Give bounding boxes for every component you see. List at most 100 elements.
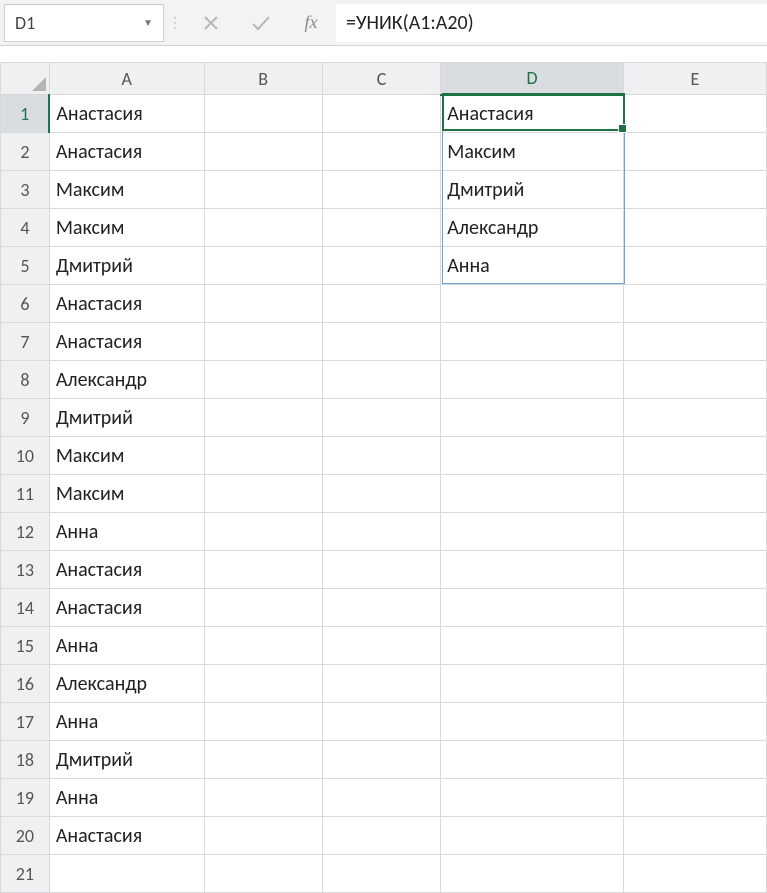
cell-A4[interactable]: Максим (49, 209, 204, 247)
cell-E12[interactable] (623, 513, 766, 551)
row-header-20[interactable]: 20 (1, 817, 50, 855)
cell-B1[interactable] (204, 95, 322, 133)
cell-D19[interactable] (441, 779, 624, 817)
cell-A9[interactable]: Дмитрий (49, 399, 204, 437)
cell-C8[interactable] (322, 361, 440, 399)
formula-input[interactable]: =УНИК(A1:A20) (336, 4, 767, 42)
cell-D14[interactable] (441, 589, 624, 627)
insert-function-button[interactable]: fx (286, 4, 336, 42)
cell-B5[interactable] (204, 247, 322, 285)
name-box[interactable]: D1 ▼ (4, 4, 164, 42)
cell-C18[interactable] (322, 741, 440, 779)
cell-A15[interactable]: Анна (49, 627, 204, 665)
row-header-6[interactable]: 6 (1, 285, 50, 323)
cell-D13[interactable] (441, 551, 624, 589)
row-header-14[interactable]: 14 (1, 589, 50, 627)
cell-A20[interactable]: Анастасия (49, 817, 204, 855)
cell-B12[interactable] (204, 513, 322, 551)
cell-E9[interactable] (623, 399, 766, 437)
cell-E5[interactable] (623, 247, 766, 285)
cell-A13[interactable]: Анастасия (49, 551, 204, 589)
cell-C19[interactable] (322, 779, 440, 817)
column-header-B[interactable]: B (204, 63, 322, 95)
cell-A11[interactable]: Максим (49, 475, 204, 513)
cell-E4[interactable] (623, 209, 766, 247)
row-header-17[interactable]: 17 (1, 703, 50, 741)
cell-D18[interactable] (441, 741, 624, 779)
row-header-16[interactable]: 16 (1, 665, 50, 703)
row-header-15[interactable]: 15 (1, 627, 50, 665)
cell-C3[interactable] (322, 171, 440, 209)
enter-icon[interactable] (236, 4, 286, 42)
row-header-12[interactable]: 12 (1, 513, 50, 551)
cell-D16[interactable] (441, 665, 624, 703)
column-header-C[interactable]: C (322, 63, 440, 95)
cell-D8[interactable] (441, 361, 624, 399)
cell-C6[interactable] (322, 285, 440, 323)
cell-E10[interactable] (623, 437, 766, 475)
cell-D7[interactable] (441, 323, 624, 361)
row-header-7[interactable]: 7 (1, 323, 50, 361)
cell-A17[interactable]: Анна (49, 703, 204, 741)
cell-E15[interactable] (623, 627, 766, 665)
cell-B8[interactable] (204, 361, 322, 399)
cell-B11[interactable] (204, 475, 322, 513)
cell-D4[interactable]: Александр (441, 209, 624, 247)
cell-A5[interactable]: Дмитрий (49, 247, 204, 285)
cell-A2[interactable]: Анастасия (49, 133, 204, 171)
row-header-10[interactable]: 10 (1, 437, 50, 475)
cell-E20[interactable] (623, 817, 766, 855)
cell-B17[interactable] (204, 703, 322, 741)
cell-E13[interactable] (623, 551, 766, 589)
cell-C4[interactable] (322, 209, 440, 247)
cell-D17[interactable] (441, 703, 624, 741)
cell-C7[interactable] (322, 323, 440, 361)
cell-D9[interactable] (441, 399, 624, 437)
cell-E19[interactable] (623, 779, 766, 817)
cell-B16[interactable] (204, 665, 322, 703)
cell-A19[interactable]: Анна (49, 779, 204, 817)
row-header-1[interactable]: 1 (1, 95, 50, 133)
cell-D3[interactable]: Дмитрий (441, 171, 624, 209)
cell-A7[interactable]: Анастасия (49, 323, 204, 361)
cell-E14[interactable] (623, 589, 766, 627)
cell-C17[interactable] (322, 703, 440, 741)
cell-B2[interactable] (204, 133, 322, 171)
cell-B13[interactable] (204, 551, 322, 589)
cell-C16[interactable] (322, 665, 440, 703)
cell-A14[interactable]: Анастасия (49, 589, 204, 627)
cell-D10[interactable] (441, 437, 624, 475)
cell-D11[interactable] (441, 475, 624, 513)
cell-C2[interactable] (322, 133, 440, 171)
select-all-corner[interactable] (1, 63, 50, 95)
cell-A10[interactable]: Максим (49, 437, 204, 475)
row-header-5[interactable]: 5 (1, 247, 50, 285)
cell-E16[interactable] (623, 665, 766, 703)
cell-A8[interactable]: Александр (49, 361, 204, 399)
cell-B4[interactable] (204, 209, 322, 247)
cell-D20[interactable] (441, 817, 624, 855)
column-header-E[interactable]: E (623, 63, 766, 95)
column-header-D[interactable]: D (441, 63, 624, 95)
cell-C14[interactable] (322, 589, 440, 627)
cell-C12[interactable] (322, 513, 440, 551)
cell-A12[interactable]: Анна (49, 513, 204, 551)
row-header-8[interactable]: 8 (1, 361, 50, 399)
column-header-A[interactable]: A (49, 63, 204, 95)
cell-E11[interactable] (623, 475, 766, 513)
cell-D15[interactable] (441, 627, 624, 665)
cell-B9[interactable] (204, 399, 322, 437)
row-header-11[interactable]: 11 (1, 475, 50, 513)
row-header-13[interactable]: 13 (1, 551, 50, 589)
cell-E7[interactable] (623, 323, 766, 361)
row-header-4[interactable]: 4 (1, 209, 50, 247)
cell-E2[interactable] (623, 133, 766, 171)
cancel-icon[interactable] (186, 4, 236, 42)
cell-A16[interactable]: Александр (49, 665, 204, 703)
cell-E8[interactable] (623, 361, 766, 399)
cell-D2[interactable]: Максим (441, 133, 624, 171)
cell-B15[interactable] (204, 627, 322, 665)
cell-A18[interactable]: Дмитрий (49, 741, 204, 779)
cell-D12[interactable] (441, 513, 624, 551)
cell-B3[interactable] (204, 171, 322, 209)
